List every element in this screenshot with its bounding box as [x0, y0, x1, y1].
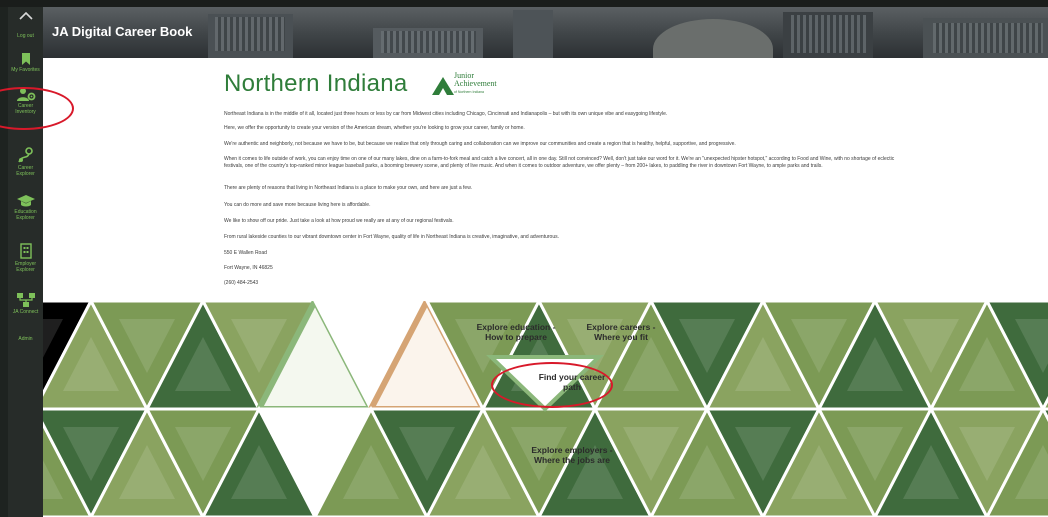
header-dome — [653, 19, 773, 58]
sidebar-item-career-inventory[interactable]: Career Inventory — [8, 87, 43, 115]
sidebar-item-education-explorer[interactable]: Education Explorer — [8, 195, 43, 221]
tile-explore-employers[interactable]: Explore employers - Where the jobs are — [530, 445, 614, 465]
app-title: JA Digital Career Book — [52, 24, 193, 39]
tile-explore-careers[interactable]: Explore careers - Where you fit — [579, 322, 663, 342]
header-building-windows — [381, 31, 476, 53]
collapse-button[interactable] — [8, 12, 43, 22]
ja-logo-mark-icon — [432, 77, 454, 95]
header-building-windows — [933, 23, 1043, 53]
chevron-up-icon — [18, 12, 33, 20]
header-building — [513, 10, 553, 58]
tile-explore-education[interactable]: Explore education - How to prepare — [473, 322, 559, 342]
ja-logo: Junior Achievement of Northern Indiana — [432, 72, 522, 100]
top-strip — [0, 0, 1048, 7]
header-building-windows — [791, 15, 866, 53]
address-street: 550 E Wallen Road — [224, 250, 267, 256]
paragraph: When it comes to life outside of work, y… — [224, 156, 895, 169]
paragraph: We like to show off our pride. Just take… — [224, 218, 454, 224]
tile-find-career-path[interactable]: Find your career path — [530, 372, 614, 392]
sidebar-item-admin[interactable]: Admin — [8, 336, 43, 342]
paragraph: You can do more and save more because li… — [224, 202, 371, 208]
paragraph: Here, we offer the opportunity to create… — [224, 125, 525, 131]
app-header: JA Digital Career Book — [43, 7, 1048, 58]
paragraph: We're authentic and neighborly, not beca… — [224, 141, 736, 147]
header-building-windows — [215, 17, 285, 51]
paragraph: Northeast Indiana is in the middle of it… — [224, 111, 668, 117]
logo-wordmark: Junior Achievement — [454, 71, 497, 88]
sidebar-item-logout[interactable]: Log out — [8, 33, 43, 39]
career-mosaic: Explore education - How to prepare Explo… — [43, 301, 1048, 517]
paragraph: From rural lakeside counties to our vibr… — [224, 234, 559, 240]
phone-number: (260) 484-2543 — [224, 280, 259, 286]
network-icon — [16, 293, 35, 307]
sidebar: Log out My Favorites Career Inventory Ca… — [8, 7, 43, 517]
people-gear-icon — [16, 88, 35, 101]
paragraph: There are plenty of reasons that living … — [224, 185, 472, 191]
logo-subtitle: of Northern Indiana — [454, 90, 484, 94]
sidebar-item-career-explorer[interactable]: Career Explorer — [8, 147, 43, 177]
sidebar-item-favorites[interactable]: My Favorites — [8, 53, 43, 73]
bookmark-icon — [21, 53, 30, 65]
sidebar-item-ja-connect[interactable]: JA Connect — [8, 293, 43, 315]
graduation-cap-icon — [16, 195, 35, 207]
address-city: Fort Wayne, IN 46825 — [224, 265, 273, 271]
career-explorer-icon — [17, 147, 33, 163]
page-title: Northern Indiana — [224, 70, 408, 97]
main-content: Northern Indiana Junior Achievement of N… — [43, 58, 1048, 301]
sidebar-item-employer-explorer[interactable]: Employer Explorer — [8, 243, 43, 273]
building-icon — [19, 243, 32, 259]
